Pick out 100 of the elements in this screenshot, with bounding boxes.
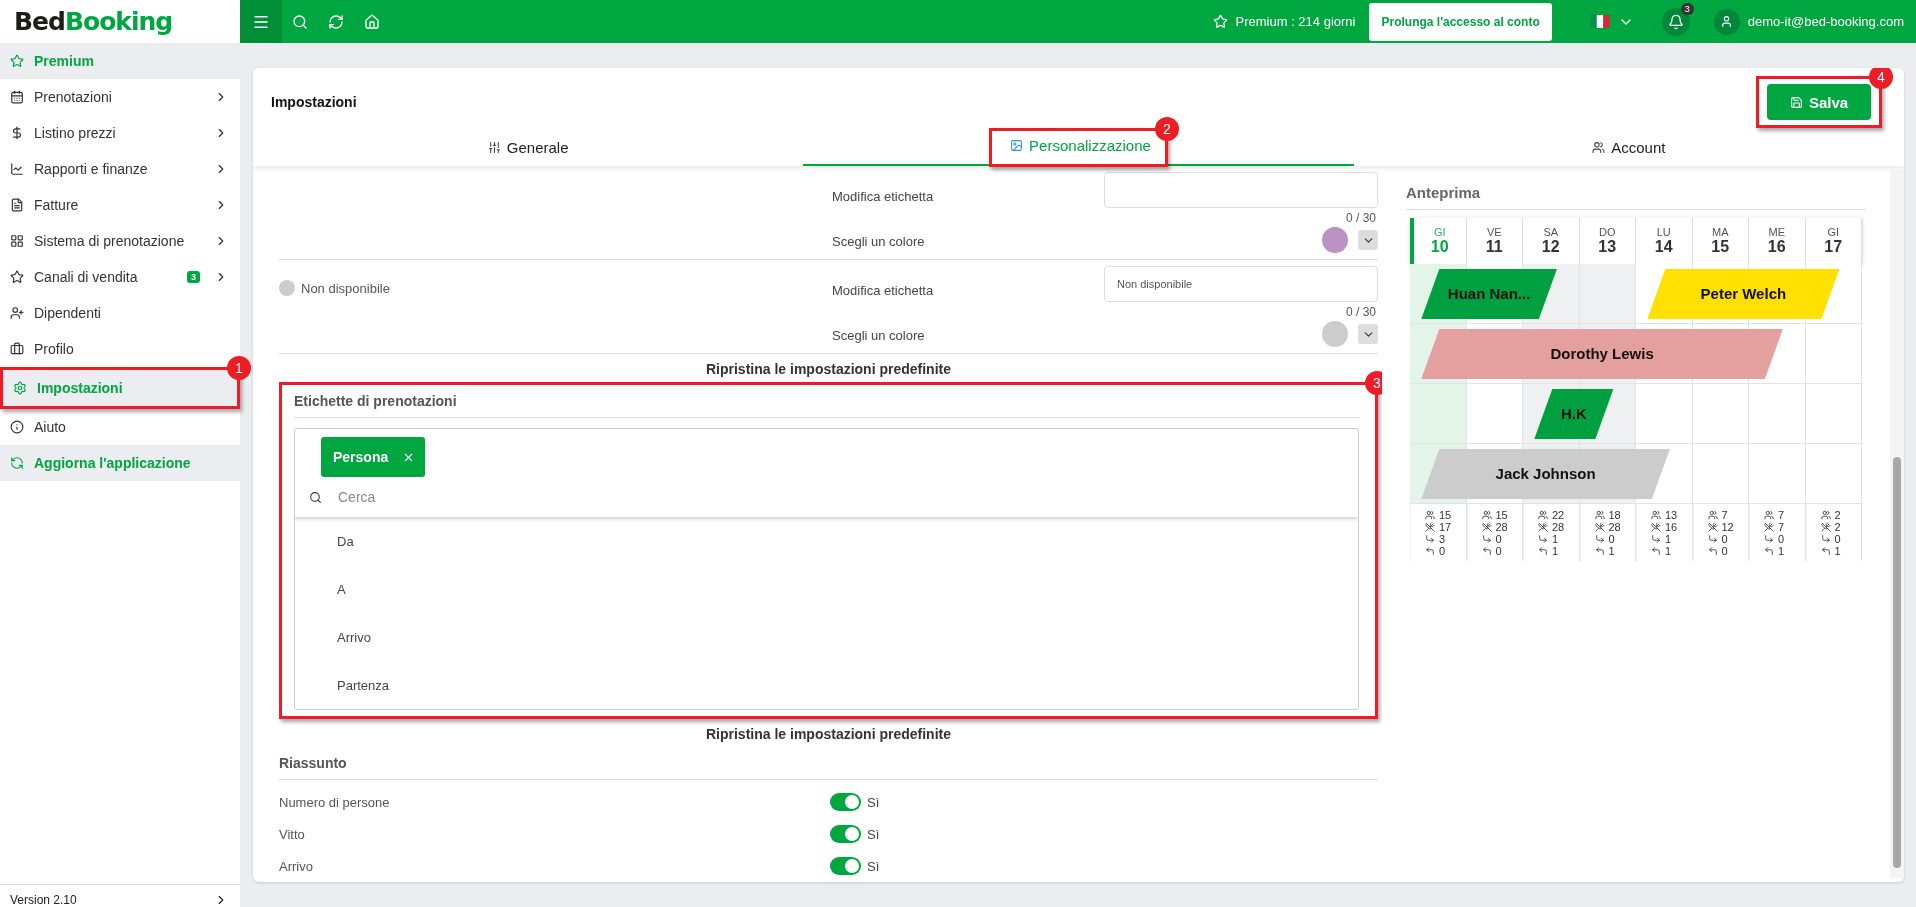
arrow-right-icon (1425, 534, 1435, 544)
arrow-right-icon (1651, 534, 1661, 544)
setting-label: Numero di persone (279, 794, 391, 810)
label-option[interactable]: Partenza (295, 661, 1358, 709)
setting-label: Arrivo (279, 858, 314, 874)
stat-value: 7 (1721, 509, 1728, 521)
people-icon (1651, 510, 1661, 520)
stat-value: 15 (1495, 509, 1508, 521)
people-icon (1764, 510, 1774, 520)
section-title: Anteprima (1406, 180, 1866, 210)
briefcase-icon (10, 342, 24, 356)
utensils-icon (1425, 522, 1435, 532)
section-title: Riassunto (279, 747, 1378, 780)
refresh-icon (10, 456, 24, 470)
status-name: Non disponibile (279, 280, 832, 296)
sidebar-item[interactable]: Aiuto (0, 409, 240, 445)
version-button[interactable]: Version 2.10 (0, 884, 240, 907)
arrow-right-icon (1707, 534, 1718, 544)
field-label: Modifica etichetta (832, 189, 934, 206)
color-dropdown-button[interactable] (1358, 230, 1378, 250)
menu-button[interactable] (240, 0, 282, 43)
day-header: DO 13 (1579, 218, 1636, 264)
color-swatch[interactable] (1322, 321, 1348, 347)
stat-value: 1 (1665, 533, 1672, 545)
count-badge: 3 (187, 271, 200, 283)
toggle-value: Sì (867, 826, 880, 842)
toggle-switch[interactable] (830, 793, 861, 811)
people-icon (1707, 510, 1718, 520)
sidebar-item[interactable]: Canali di vendita 3 (0, 259, 240, 295)
stat-value: 28 (1608, 521, 1621, 533)
settings-icon (13, 381, 27, 395)
calendar-cell (1805, 384, 1862, 444)
stat-value: 1 (1552, 533, 1559, 545)
sidebar-item[interactable]: Dipendenti (0, 295, 240, 331)
user-icon (1720, 15, 1734, 28)
step-number: 1 (227, 356, 251, 380)
toggle-switch[interactable] (830, 825, 861, 843)
booking-bar[interactable]: Jack Johnson (1421, 449, 1670, 499)
label-option[interactable]: A (295, 565, 1358, 613)
stat-value: 0 (1778, 533, 1785, 545)
arrow-left-icon (1425, 546, 1435, 556)
stat-value: 16 (1665, 521, 1678, 533)
step-number: 2 (1154, 116, 1179, 141)
stat-value: 1 (1834, 545, 1841, 557)
sidebar-item[interactable]: Sistema di prenotazione (0, 223, 240, 259)
stat-value: 22 (1552, 509, 1565, 521)
label-input[interactable]: Non disponibile (1104, 266, 1378, 302)
booking-bar[interactable]: Dorothy Lewis (1421, 329, 1783, 379)
step-number: 3 (1365, 371, 1382, 395)
day-header: ME 16 (1749, 218, 1806, 264)
label-chip: Persona (321, 437, 426, 477)
label-option[interactable]: Da (295, 517, 1358, 565)
toggle-value: Sì (867, 794, 880, 810)
color-swatch[interactable] (1322, 227, 1348, 253)
day-header: MA 15 (1692, 218, 1749, 264)
tab[interactable]: Generale (487, 138, 569, 156)
arrow-left-icon (1651, 546, 1661, 556)
stat-value: 0 (1495, 533, 1502, 545)
calendar-cell (1692, 384, 1749, 444)
stat-value: 12 (1721, 521, 1734, 533)
sidebar-item[interactable]: Listino prezzi (0, 115, 240, 151)
stat-value: 3 (1439, 533, 1446, 545)
arrow-left-icon (1538, 546, 1548, 556)
stat-value: 0 (1439, 545, 1446, 557)
label-option[interactable]: Arrivo (295, 613, 1358, 661)
home-icon (364, 13, 380, 30)
user-plus-icon (10, 306, 24, 320)
sidebar-item[interactable]: Rapporti e finanze (0, 151, 240, 187)
color-dropdown-button[interactable] (1358, 324, 1378, 344)
arrow-left-icon (1820, 546, 1831, 556)
stat-value: 18 (1608, 509, 1621, 521)
field-label: Modifica etichetta (832, 283, 934, 300)
reset-link[interactable]: Ripristina le impostazioni predefinite (279, 719, 1378, 747)
day-header: GI 10 (1410, 218, 1467, 264)
booking-bar[interactable]: Peter Welch (1647, 269, 1840, 319)
sidebar-item[interactable]: Prenotazioni (0, 79, 240, 115)
bell-icon (1667, 13, 1684, 30)
scrollbar[interactable] (1890, 170, 1904, 878)
stat-value: 28 (1495, 521, 1508, 533)
toggle-switch[interactable] (830, 857, 861, 875)
stat-value: 1 (1778, 545, 1785, 557)
utensils-icon (1651, 522, 1661, 532)
day-header: VE 11 (1466, 218, 1523, 264)
utensils-icon (1538, 522, 1548, 532)
page-title: Impostazioni (271, 94, 357, 110)
sidebar-item[interactable]: Fatture (0, 187, 240, 223)
stat-value: 1 (1665, 545, 1672, 557)
label-input[interactable] (1104, 172, 1378, 208)
calendar-cell (1466, 384, 1523, 444)
character-counter: 0 / 30 (1345, 211, 1376, 225)
field-label: Scegli un colore (832, 328, 925, 345)
search-icon (309, 490, 322, 504)
people-icon (1425, 510, 1435, 520)
save-icon (1789, 95, 1803, 109)
image-icon (1010, 138, 1024, 152)
stat-value: 0 (1834, 533, 1841, 545)
flag-icon (1589, 15, 1610, 28)
stat-value: 0 (1608, 533, 1615, 545)
stat-value: 1 (1552, 545, 1559, 557)
tab[interactable]: Account (1592, 138, 1666, 156)
